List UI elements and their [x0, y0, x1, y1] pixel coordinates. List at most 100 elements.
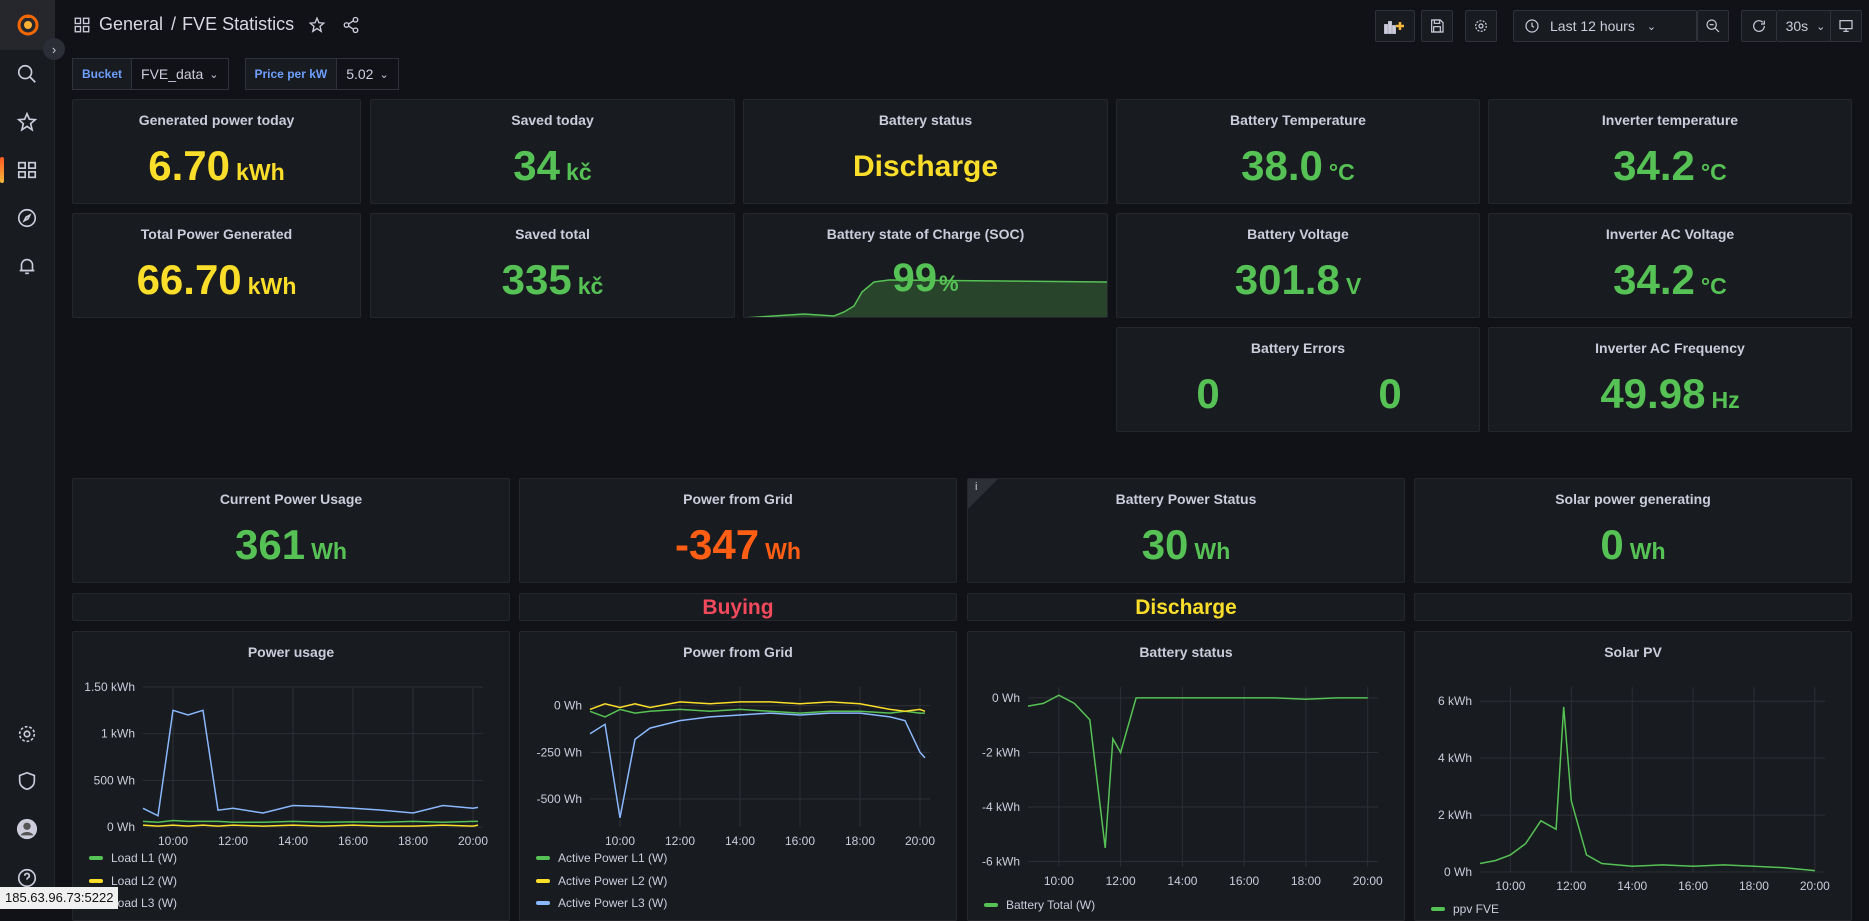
stat-panel-inverter-temperature[interactable]: Inverter temperature 34.2°C: [1488, 99, 1852, 204]
value-number: 0: [1600, 521, 1623, 568]
battery-status-text-panel[interactable]: Discharge: [967, 593, 1405, 621]
value-number: 361: [235, 521, 305, 568]
value-unit: Wh: [1630, 538, 1666, 564]
breadcrumb-separator: /: [171, 14, 176, 35]
stat-panel-soc[interactable]: Battery state of Charge (SOC) 99%: [743, 213, 1108, 318]
y-tick-label: 500 Wh: [94, 773, 135, 787]
value-unit: °C: [1701, 273, 1727, 299]
panel-title: Inverter AC Frequency: [1489, 340, 1851, 356]
stat-panel-total-generated[interactable]: Total Power Generated 66.70kWh: [72, 213, 361, 318]
legend-item[interactable]: Load L2 (W): [89, 874, 177, 888]
expand-menu-icon[interactable]: ›: [43, 38, 65, 60]
variable-select-bucket[interactable]: FVE_data⌄: [132, 58, 228, 90]
x-tick-label: 18:00: [1291, 874, 1321, 888]
value-unit: Wh: [311, 538, 347, 564]
star-icon[interactable]: [13, 108, 41, 136]
legend-label: Load L1 (W): [111, 851, 177, 865]
legend-item[interactable]: Active Power L3 (W): [536, 896, 667, 910]
value-number: 301.8: [1235, 256, 1340, 303]
panel-title: Saved total: [371, 226, 734, 242]
dashboards-icon[interactable]: [13, 156, 41, 184]
panel-title: Total Power Generated: [73, 226, 360, 242]
legend-label: Active Power L3 (W): [558, 896, 667, 910]
stat-panel-inverter-ac-voltage[interactable]: Inverter AC Voltage 34.2°C: [1488, 213, 1852, 318]
star-icon[interactable]: [308, 16, 326, 34]
legend-item[interactable]: Load L1 (W): [89, 851, 177, 865]
shield-icon[interactable]: [13, 767, 41, 795]
explore-icon[interactable]: [13, 204, 41, 232]
refresh-button[interactable]: [1741, 10, 1777, 42]
breadcrumb-folder[interactable]: General: [99, 14, 163, 35]
refresh-interval-picker[interactable]: 30s ⌄: [1777, 10, 1835, 42]
variable-label-bucket: Bucket: [72, 58, 132, 90]
x-tick-label: 20:00: [458, 834, 488, 848]
stat-value: 38.0°C: [1117, 142, 1479, 190]
stat-panel-generated-today[interactable]: Generated power today 6.70kWh: [72, 99, 361, 204]
chart-panel-solar-pv[interactable]: Solar PV 0 Wh2 kWh4 kWh6 kWh10:0012:0014…: [1414, 631, 1852, 921]
stat-value: 0 Wh: [1415, 521, 1851, 569]
stat-panel-inverter-ac-frequency[interactable]: Inverter AC Frequency 49.98Hz: [1488, 327, 1852, 432]
legend-item[interactable]: Battery Total (W): [984, 898, 1095, 912]
legend-label: Load L3 (W): [111, 896, 177, 910]
add-panel-button[interactable]: [1375, 10, 1415, 42]
chart-panel-power-usage[interactable]: Power usage 0 Wh500 Wh1 kWh1.50 kWh10:00…: [72, 631, 510, 921]
solar-pv-chart: 0 Wh2 kWh4 kWh6 kWh10:0012:0014:0016:001…: [1415, 632, 1852, 921]
stat-panel-battery-voltage[interactable]: Battery Voltage 301.8V: [1116, 213, 1480, 318]
time-range-picker[interactable]: Last 12 hours ⌄: [1513, 10, 1697, 42]
share-icon[interactable]: [342, 16, 360, 34]
save-dashboard-button[interactable]: [1421, 10, 1453, 42]
alerting-icon[interactable]: [13, 252, 41, 280]
stat-panel-battery-temperature[interactable]: Battery Temperature 38.0°C: [1116, 99, 1480, 204]
panel-title: Solar power generating: [1415, 491, 1851, 507]
legend-swatch: [536, 856, 550, 860]
y-tick-label: 2 kWh: [1438, 808, 1472, 822]
stat-panel-solar-generating[interactable]: Solar power generating 0 Wh: [1414, 478, 1852, 583]
legend-swatch: [536, 901, 550, 905]
refresh-interval-label: 30s: [1786, 18, 1809, 34]
stat-panel-current-usage[interactable]: Current Power Usage 361Wh: [72, 478, 510, 583]
stat-panel-saved-today[interactable]: Saved today 34kč: [370, 99, 735, 204]
battery-status-text: Discharge: [968, 596, 1404, 620]
stat-panel-power-from-grid[interactable]: Power from Grid -347Wh: [519, 478, 957, 583]
refresh-icon: [1751, 18, 1767, 34]
stat-panel-battery-status[interactable]: Battery status Discharge: [743, 99, 1108, 204]
x-tick-label: 16:00: [785, 834, 815, 848]
x-tick-label: 20:00: [1800, 879, 1830, 893]
page-title[interactable]: FVE Statistics: [182, 14, 294, 35]
chart-panel-battery-status[interactable]: Battery status -6 kWh-4 kWh-2 kWh0 Wh10:…: [967, 631, 1405, 921]
variable-select-price[interactable]: 5.02⌄: [337, 58, 398, 90]
x-tick-label: 10:00: [1495, 879, 1525, 893]
series-line: [1028, 695, 1368, 848]
legend-item[interactable]: ppv FVE: [1431, 902, 1499, 916]
grid-status-panel[interactable]: Buying: [519, 593, 957, 621]
legend-label: Load L2 (W): [111, 874, 177, 888]
avatar[interactable]: [13, 815, 41, 843]
dashboard-settings-button[interactable]: [1465, 10, 1497, 42]
y-tick-label: 6 kWh: [1438, 694, 1472, 708]
x-tick-label: 16:00: [1229, 874, 1259, 888]
panel-title: Battery state of Charge (SOC): [744, 226, 1107, 242]
value-number: -347: [675, 521, 759, 568]
panel-title: Inverter temperature: [1489, 112, 1851, 128]
stat-value: Discharge: [744, 150, 1107, 184]
series-line: [143, 710, 478, 816]
zoom-out-icon: [1705, 18, 1721, 34]
tv-mode-button[interactable]: [1830, 10, 1862, 42]
settings-icon[interactable]: [13, 720, 41, 748]
clock-icon: [1524, 18, 1540, 34]
stat-panel-battery-errors[interactable]: Battery Errors 0 0: [1116, 327, 1480, 432]
chart-panel-power-from-grid[interactable]: Power from Grid -500 Wh-250 Wh0 Wh10:001…: [519, 631, 957, 921]
search-icon[interactable]: [13, 60, 41, 88]
zoom-out-button[interactable]: [1697, 10, 1729, 42]
chevron-down-icon: ⌄: [1816, 20, 1825, 33]
stat-value: 99%: [744, 256, 1107, 301]
stat-panel-saved-total[interactable]: Saved total 335kč: [370, 213, 735, 318]
active-indicator: [0, 157, 4, 183]
chevron-down-icon: ⌄: [1647, 20, 1656, 33]
stat-value: 49.98Hz: [1489, 370, 1851, 418]
legend-label: Active Power L2 (W): [558, 874, 667, 888]
stat-panel-battery-power[interactable]: i Battery Power Status 30Wh: [967, 478, 1405, 583]
legend-item[interactable]: Active Power L1 (W): [536, 851, 667, 865]
grid-status-text: Buying: [520, 596, 956, 620]
legend-item[interactable]: Active Power L2 (W): [536, 874, 667, 888]
